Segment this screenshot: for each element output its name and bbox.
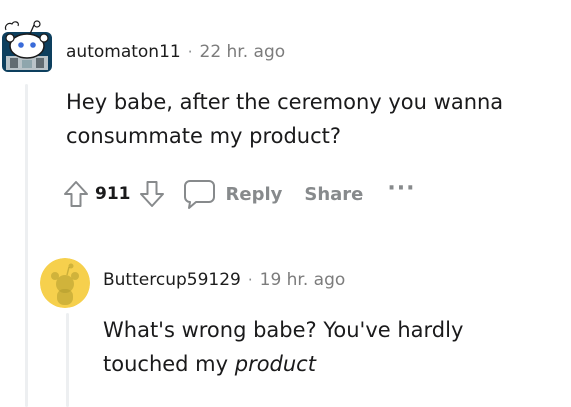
reply-button[interactable]: Reply [182,178,283,210]
share-button[interactable]: Share [304,184,363,205]
reply-meta: Buttercup59129 · 19 hr. ago [103,270,345,290]
comment-thread: automaton11 · 22 hr. ago Hey babe, after… [0,0,571,407]
comment-body-line: consummate my product? [66,124,342,148]
vote-score: 911 [95,184,131,204]
reply-label: Reply [225,183,283,205]
avatar[interactable] [2,20,54,74]
timestamp[interactable]: 19 hr. ago [260,270,346,290]
comment-actions: 911 Reply Share ··· [63,176,415,210]
comment-bubble-icon [182,178,216,210]
comment-body-line: What's wrong babe? You've hardly [103,318,464,342]
upvote-icon[interactable] [63,180,89,208]
robot-snoo-avatar-icon [2,20,52,72]
downvote-icon[interactable] [139,180,165,208]
comment-body-line: touched my product [103,347,463,381]
separator-dot: · [247,271,253,289]
avatar[interactable] [40,258,90,308]
separator-dot: · [187,43,193,61]
username[interactable]: automaton11 [66,42,181,62]
reply-body: What's wrong babe? You've hardly touched… [103,313,463,381]
username[interactable]: Buttercup59129 [103,270,241,290]
thread-line-reply[interactable] [66,313,69,407]
comment-meta: automaton11 · 22 hr. ago [66,42,285,62]
plain-text: touched my [103,352,235,376]
thread-line-main[interactable] [25,84,28,407]
italic-text: product [234,352,316,376]
timestamp[interactable]: 22 hr. ago [200,42,286,62]
comment-body: Hey babe, after the ceremony you wanna c… [66,85,503,153]
more-options-icon[interactable]: ··· [387,176,415,201]
yellow-snoo-avatar-icon [40,258,90,308]
comment-body-line: Hey babe, after the ceremony you wanna [66,90,504,114]
